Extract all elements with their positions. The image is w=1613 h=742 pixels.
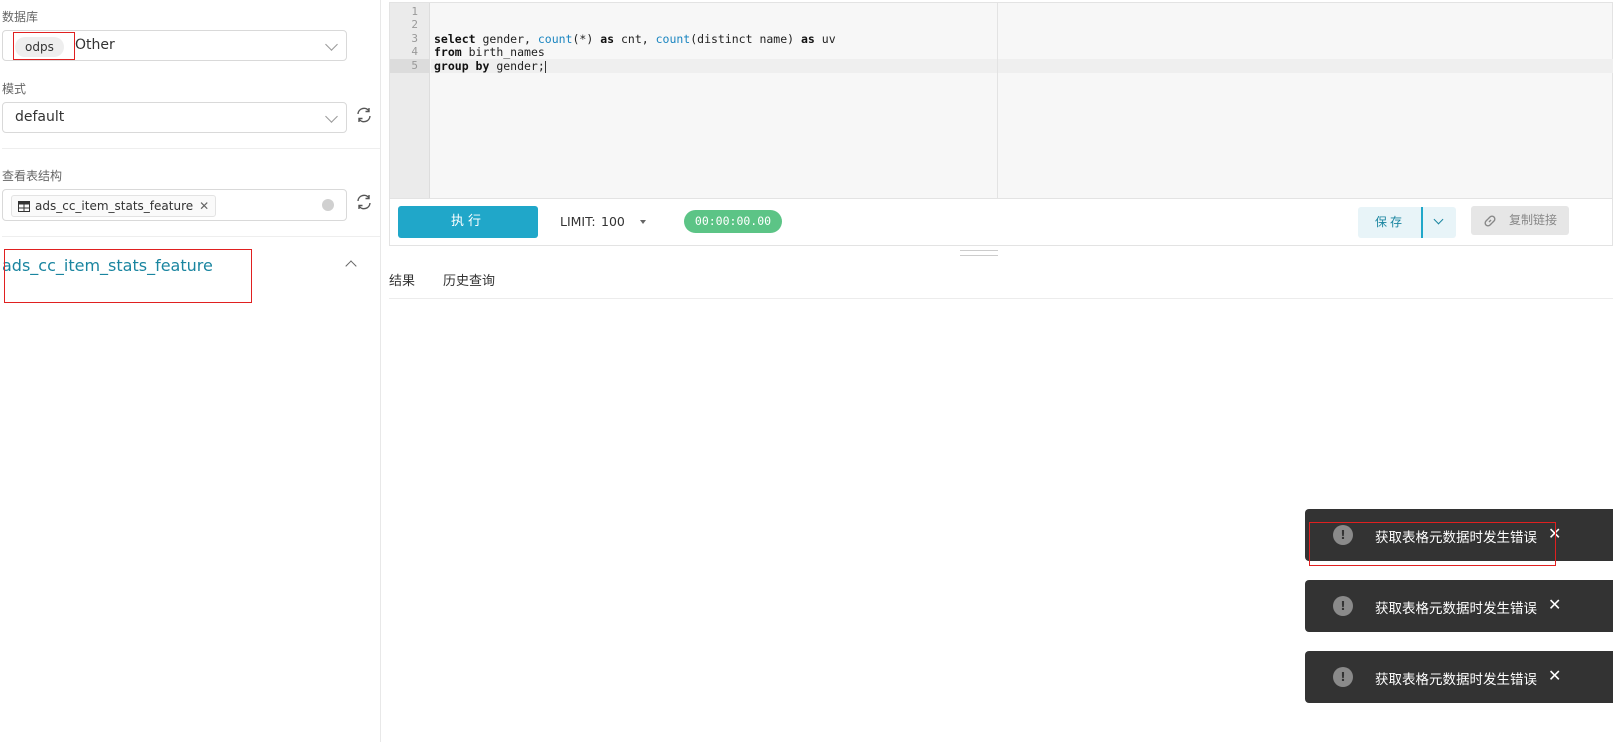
function: count <box>655 32 691 46</box>
code-text: cnt, <box>614 32 656 46</box>
code-text: (distinct name) <box>690 32 801 46</box>
run-button[interactable]: 执行 <box>398 206 538 238</box>
line-number: 5 <box>411 59 418 72</box>
error-toast: ! 获取表格元数据时发生错误 ✕ <box>1305 651 1613 703</box>
error-toast: ! 获取表格元数据时发生错误 ✕ <box>1305 509 1613 561</box>
keyword: group by <box>434 59 490 73</box>
chevron-down-icon <box>325 38 338 51</box>
caret-down-icon[interactable] <box>640 220 646 224</box>
line-number: 2 <box>411 18 418 31</box>
code-text: uv <box>814 32 836 46</box>
table-schema-title[interactable]: ads_cc_item_stats_feature <box>2 256 213 275</box>
divider <box>2 148 380 149</box>
error-toast: ! 获取表格元数据时发生错误 ✕ <box>1305 580 1613 632</box>
table-tag-label: ads_cc_item_stats_feature <box>35 199 194 213</box>
close-icon[interactable]: ✕ <box>1548 666 1561 685</box>
sql-editor[interactable]: 1 2 3 4 5 select gender, count(*) as cnt… <box>389 2 1613 199</box>
code-text: birth_names <box>461 45 545 59</box>
print-margin <box>997 3 998 198</box>
remove-tag-icon[interactable]: ✕ <box>199 199 209 213</box>
database-tag: odps <box>15 37 64 57</box>
schema-select[interactable]: default <box>2 102 347 133</box>
result-tabs: 结果 历史查询 <box>389 262 1613 299</box>
code-text: gender; <box>489 59 545 73</box>
divider <box>2 236 380 237</box>
limit-label: LIMIT: <box>560 214 596 229</box>
database-label: 数据库 <box>2 10 39 24</box>
function: count <box>537 32 573 46</box>
refresh-schema-icon[interactable] <box>355 106 373 124</box>
refresh-table-icon[interactable] <box>355 193 373 211</box>
copy-link-button[interactable]: 复制链接 <box>1471 206 1569 235</box>
warning-icon: ! <box>1333 596 1353 616</box>
save-button[interactable]: 保存 <box>1358 207 1422 238</box>
line-number: 4 <box>411 45 418 58</box>
toast-message: 获取表格元数据时发生错误 <box>1375 530 1537 546</box>
code-text: gender, <box>475 32 538 46</box>
table-icon <box>18 200 30 212</box>
save-dropdown-button[interactable] <box>1423 207 1456 238</box>
keyword: as <box>801 32 815 46</box>
table-tag[interactable]: ads_cc_item_stats_feature ✕ <box>11 195 217 217</box>
limit-dropdown[interactable]: 100 <box>601 214 625 229</box>
query-timer: 00:00:00.00 <box>684 210 782 233</box>
table-label: 查看表结构 <box>2 169 63 183</box>
resize-handle[interactable] <box>960 250 998 256</box>
code-line: select gender, count(*) as cnt, count(di… <box>434 32 836 46</box>
table-select[interactable]: ads_cc_item_stats_feature ✕ <box>2 189 347 221</box>
left-panel: 数据库 odps Other 模式 default 查看表结构 ads_cc_i… <box>0 0 381 742</box>
tab-results[interactable]: 结果 <box>389 270 415 289</box>
clear-icon[interactable] <box>322 199 334 211</box>
keyword: from <box>434 45 462 59</box>
keyword: as <box>600 32 615 46</box>
code-line: from birth_names <box>434 45 545 59</box>
warning-icon: ! <box>1333 667 1353 687</box>
warning-icon: ! <box>1333 525 1353 545</box>
copy-link-label: 复制链接 <box>1509 213 1558 227</box>
chevron-down-icon <box>325 110 338 123</box>
database-select[interactable]: odps Other <box>2 30 347 61</box>
toast-message: 获取表格元数据时发生错误 <box>1375 672 1537 688</box>
link-icon <box>1484 215 1496 227</box>
chevron-down-icon <box>1433 214 1444 225</box>
chevron-up-icon[interactable] <box>345 260 357 272</box>
close-icon[interactable]: ✕ <box>1548 595 1561 614</box>
line-number: 1 <box>411 5 418 18</box>
active-line <box>431 59 1613 73</box>
keyword: select <box>434 32 476 46</box>
database-value: Other <box>75 37 115 53</box>
schema-label: 模式 <box>2 82 27 96</box>
toast-message: 获取表格元数据时发生错误 <box>1375 601 1537 617</box>
close-icon[interactable]: ✕ <box>1548 524 1561 543</box>
text-cursor <box>544 60 546 73</box>
code-line: group by gender; <box>434 59 546 73</box>
code-text: (*) <box>572 32 601 46</box>
line-number: 3 <box>411 32 418 45</box>
schema-value: default <box>15 109 65 125</box>
query-toolbar: 执行 LIMIT: 100 00:00:00.00 保存 复制链接 <box>389 199 1613 246</box>
tab-query-history[interactable]: 历史查询 <box>443 270 495 289</box>
